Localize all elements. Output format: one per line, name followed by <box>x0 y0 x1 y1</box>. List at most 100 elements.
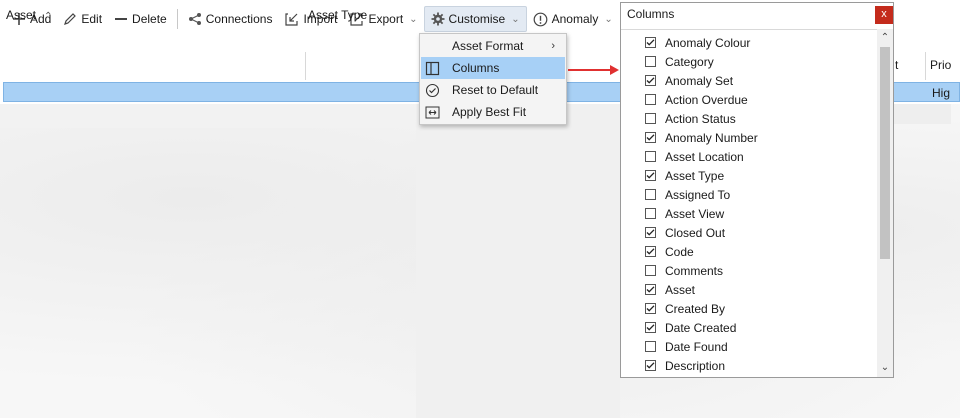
reset-icon <box>421 83 443 98</box>
column-header-partial[interactable]: t <box>895 58 898 72</box>
column-divider[interactable] <box>925 52 926 80</box>
checkbox-checked[interactable] <box>645 170 656 181</box>
column-option[interactable]: Anomaly Set <box>621 71 877 90</box>
share-icon <box>188 13 201 25</box>
chevron-down-icon: ⌄ <box>409 13 418 25</box>
checkbox-checked[interactable] <box>645 322 656 333</box>
columns-list: Anomaly Colour Category Anomaly Set Action … <box>621 29 877 378</box>
column-option[interactable]: Code <box>621 242 877 261</box>
column-header-asset-type[interactable]: Asset Type <box>308 8 367 22</box>
checkbox-unchecked[interactable] <box>645 56 656 67</box>
checkbox-checked[interactable] <box>645 75 656 86</box>
column-option-label: Date Created <box>665 320 737 335</box>
scroll-up-icon[interactable]: ⌃ <box>877 31 893 45</box>
column-option-label: Asset Location <box>665 149 744 164</box>
column-option-label: Action Overdue <box>665 92 748 107</box>
column-option[interactable]: Anomaly Colour <box>621 33 877 52</box>
checkbox-checked[interactable] <box>645 227 656 238</box>
minus-icon <box>115 18 128 20</box>
column-option-label: Asset View <box>665 206 725 221</box>
scroll-down-icon[interactable]: ⌄ <box>877 361 893 375</box>
column-option[interactable]: Action Status <box>621 109 877 128</box>
column-option-label: Code <box>665 244 694 259</box>
check-icon <box>646 324 655 331</box>
export-label: Export <box>368 12 404 26</box>
column-option[interactable]: Closed Out <box>621 223 877 242</box>
check-icon <box>646 305 655 312</box>
column-option[interactable]: Asset Type <box>621 166 877 185</box>
column-header-priority[interactable]: Prio <box>930 58 951 72</box>
column-option-label: Action Status <box>665 111 736 126</box>
scrollbar-thumb[interactable] <box>880 47 890 259</box>
columns-panel: Columns x Anomaly Colour Category Anomaly … <box>620 2 894 378</box>
column-divider[interactable] <box>305 52 306 80</box>
column-option-label: Assigned To <box>665 187 731 202</box>
checkbox-unchecked[interactable] <box>645 151 656 162</box>
column-option[interactable]: Date Found <box>621 337 877 356</box>
checkbox-checked[interactable] <box>645 284 656 295</box>
customise-button[interactable]: Customise ⌄ <box>423 6 527 32</box>
delete-button[interactable]: Delete <box>108 7 173 31</box>
checkbox-checked[interactable] <box>645 246 656 257</box>
scrollbar[interactable]: ⌃ ⌄ <box>877 29 893 377</box>
column-option[interactable]: Comments <box>621 261 877 280</box>
menu-item-reset-to-default[interactable]: Reset to Default <box>421 79 565 101</box>
column-option-label: Category <box>665 54 714 69</box>
exclamation-circle-icon <box>533 12 548 26</box>
checkbox-unchecked[interactable] <box>645 265 656 276</box>
close-button[interactable]: x <box>875 6 893 24</box>
checkbox-checked[interactable] <box>645 132 656 143</box>
column-option[interactable]: Anomaly Number <box>621 128 877 147</box>
menu-item-asset-format[interactable]: Asset Format › <box>421 35 565 57</box>
column-option[interactable]: Asset Location <box>621 147 877 166</box>
check-icon <box>646 39 655 46</box>
column-option-label: Anomaly Colour <box>665 35 751 50</box>
arrow-right-icon <box>568 65 619 75</box>
checkbox-unchecked[interactable] <box>645 189 656 200</box>
column-option[interactable]: Action Overdue <box>621 90 877 109</box>
menu-item-label: Asset Format <box>452 39 524 53</box>
menu-item-apply-best-fit[interactable]: Apply Best Fit <box>421 101 565 123</box>
delete-label: Delete <box>132 12 167 26</box>
checkbox-unchecked[interactable] <box>645 94 656 105</box>
checkbox-unchecked[interactable] <box>645 341 656 352</box>
edit-button[interactable]: Edit <box>57 7 108 31</box>
check-icon <box>646 229 655 236</box>
column-option-label: Created By <box>665 301 726 316</box>
column-option[interactable]: Category <box>621 52 877 71</box>
column-header-asset[interactable]: Asset ⌃ <box>6 8 52 22</box>
column-option[interactable]: Date Created <box>621 318 877 337</box>
gear-icon <box>431 12 445 26</box>
column-option[interactable]: Assigned To <box>621 185 877 204</box>
column-option-label: Description <box>665 358 726 373</box>
check-icon <box>646 248 655 255</box>
blurred-cell <box>893 104 951 124</box>
blurred-column <box>416 104 620 418</box>
menu-item-label: Apply Best Fit <box>452 105 527 119</box>
column-option[interactable]: Asset View <box>621 204 877 223</box>
checkbox-checked[interactable] <box>645 303 656 314</box>
column-option[interactable]: Asset <box>621 280 877 299</box>
column-option[interactable]: Created By <box>621 299 877 318</box>
column-option-label: Asset <box>665 282 696 297</box>
columns-panel-title: Columns <box>627 7 675 21</box>
check-icon <box>646 362 655 369</box>
import-icon <box>285 12 299 26</box>
anomaly-button[interactable]: Anomaly ⌄ <box>527 7 619 31</box>
menu-item-label: Reset to Default <box>452 83 539 97</box>
customise-menu: Asset Format › Columns Reset to Default … <box>419 33 567 125</box>
column-option-label: Date Found <box>665 339 728 354</box>
connections-button[interactable]: Connections <box>182 7 279 31</box>
best-fit-icon <box>421 105 443 120</box>
column-option[interactable]: Description <box>621 356 877 375</box>
customise-label: Customise <box>448 12 506 26</box>
connections-label: Connections <box>205 12 273 26</box>
checkbox-checked[interactable] <box>645 37 656 48</box>
checkbox-unchecked[interactable] <box>645 208 656 219</box>
checkbox-unchecked[interactable] <box>645 113 656 124</box>
checkbox-checked[interactable] <box>645 360 656 371</box>
column-option-label: Asset Type <box>665 168 725 183</box>
columns-icon <box>421 61 443 76</box>
menu-item-columns[interactable]: Columns <box>421 57 565 79</box>
column-option-label: Closed Out <box>665 225 726 240</box>
